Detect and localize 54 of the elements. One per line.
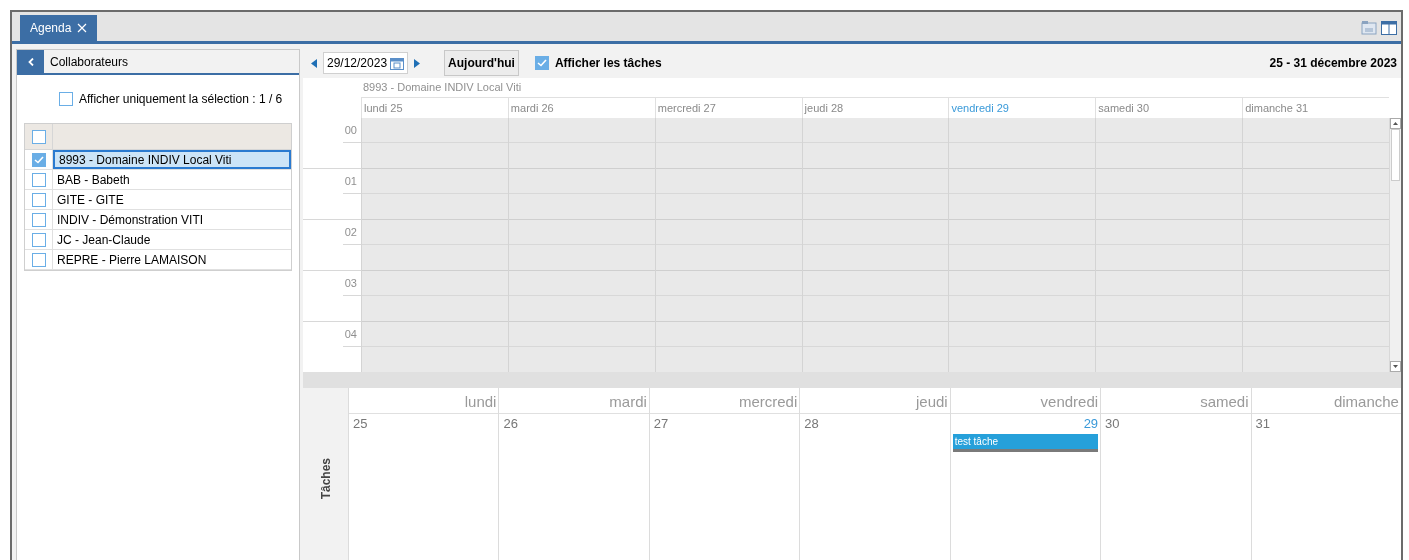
checkbox-label: Afficher les tâches — [554, 55, 662, 72]
day-number: 28 — [804, 415, 819, 433]
checkbox[interactable] — [31, 172, 46, 187]
collapse-button[interactable] — [17, 50, 44, 73]
weekday-header: mercredi — [649, 388, 800, 414]
weekday-header: jeudi — [800, 388, 950, 414]
resource-name: 8993 - Domaine INDIV Local Viti — [362, 80, 522, 96]
hour-label: 00 — [343, 118, 361, 143]
checkbox-label: Afficher uniquement la sélection : 1 / 6 — [79, 91, 283, 108]
list-item[interactable]: REPRE - Pierre LAMAISON — [53, 250, 291, 269]
checkbox[interactable] — [31, 152, 46, 167]
checkbox[interactable] — [534, 56, 549, 70]
list-item[interactable]: JC - Jean-Claude — [53, 230, 291, 249]
calendar-icon[interactable] — [390, 56, 405, 70]
section-label: Tâches — [317, 458, 334, 500]
panel-title: Collaborateurs — [49, 53, 130, 71]
day-number: 27 — [653, 415, 669, 433]
checkbox[interactable] — [59, 92, 73, 106]
scrollbar-thumb[interactable] — [1391, 129, 1400, 181]
triangle-right-icon — [414, 58, 421, 68]
date-field[interactable]: 29/12/2023 — [323, 52, 409, 74]
agenda-tab[interactable]: Agenda — [20, 15, 98, 41]
close-icon[interactable] — [77, 23, 88, 33]
today-button[interactable]: Aujourd'hui — [444, 50, 519, 76]
scroll-down-icon[interactable] — [1390, 361, 1401, 372]
weekday-header: mardi — [499, 388, 649, 414]
day-number: 29 — [1083, 415, 1099, 433]
list-item[interactable]: INDIV - Démonstration VITI — [53, 210, 291, 229]
scroll-up-icon[interactable] — [1390, 118, 1401, 129]
weekday-header: dimanche — [1251, 388, 1401, 414]
date-range: 25 - 31 décembre 2023 — [1269, 55, 1397, 72]
day-number: 30 — [1105, 415, 1120, 433]
checkbox[interactable] — [31, 252, 46, 267]
hour-label: 01 — [343, 169, 361, 194]
weekday-header: vendredi — [950, 388, 1101, 414]
split-view-icon[interactable] — [1381, 21, 1397, 35]
select-all-checkbox[interactable] — [31, 129, 46, 144]
checkbox[interactable] — [31, 232, 46, 247]
checkbox[interactable] — [31, 212, 46, 227]
day-number: 25 — [353, 415, 368, 433]
hour-label: 03 — [343, 271, 361, 296]
day-number: 31 — [1255, 415, 1270, 433]
list-item[interactable]: BAB - Babeth — [53, 170, 291, 189]
hour-label: 04 — [343, 322, 361, 347]
list-item[interactable]: 8993 - Domaine INDIV Local Viti — [53, 150, 291, 169]
weekday-header: samedi — [1101, 388, 1251, 414]
weekday-header: lundi — [349, 388, 499, 414]
day-number: 26 — [503, 415, 518, 433]
hour-label: 02 — [343, 220, 361, 245]
chevron-left-icon — [27, 57, 34, 66]
list-item[interactable]: GITE - GITE — [53, 190, 291, 209]
checkbox[interactable] — [31, 192, 46, 207]
triangle-left-icon — [311, 58, 317, 68]
scrollbar[interactable] — [1389, 118, 1401, 372]
